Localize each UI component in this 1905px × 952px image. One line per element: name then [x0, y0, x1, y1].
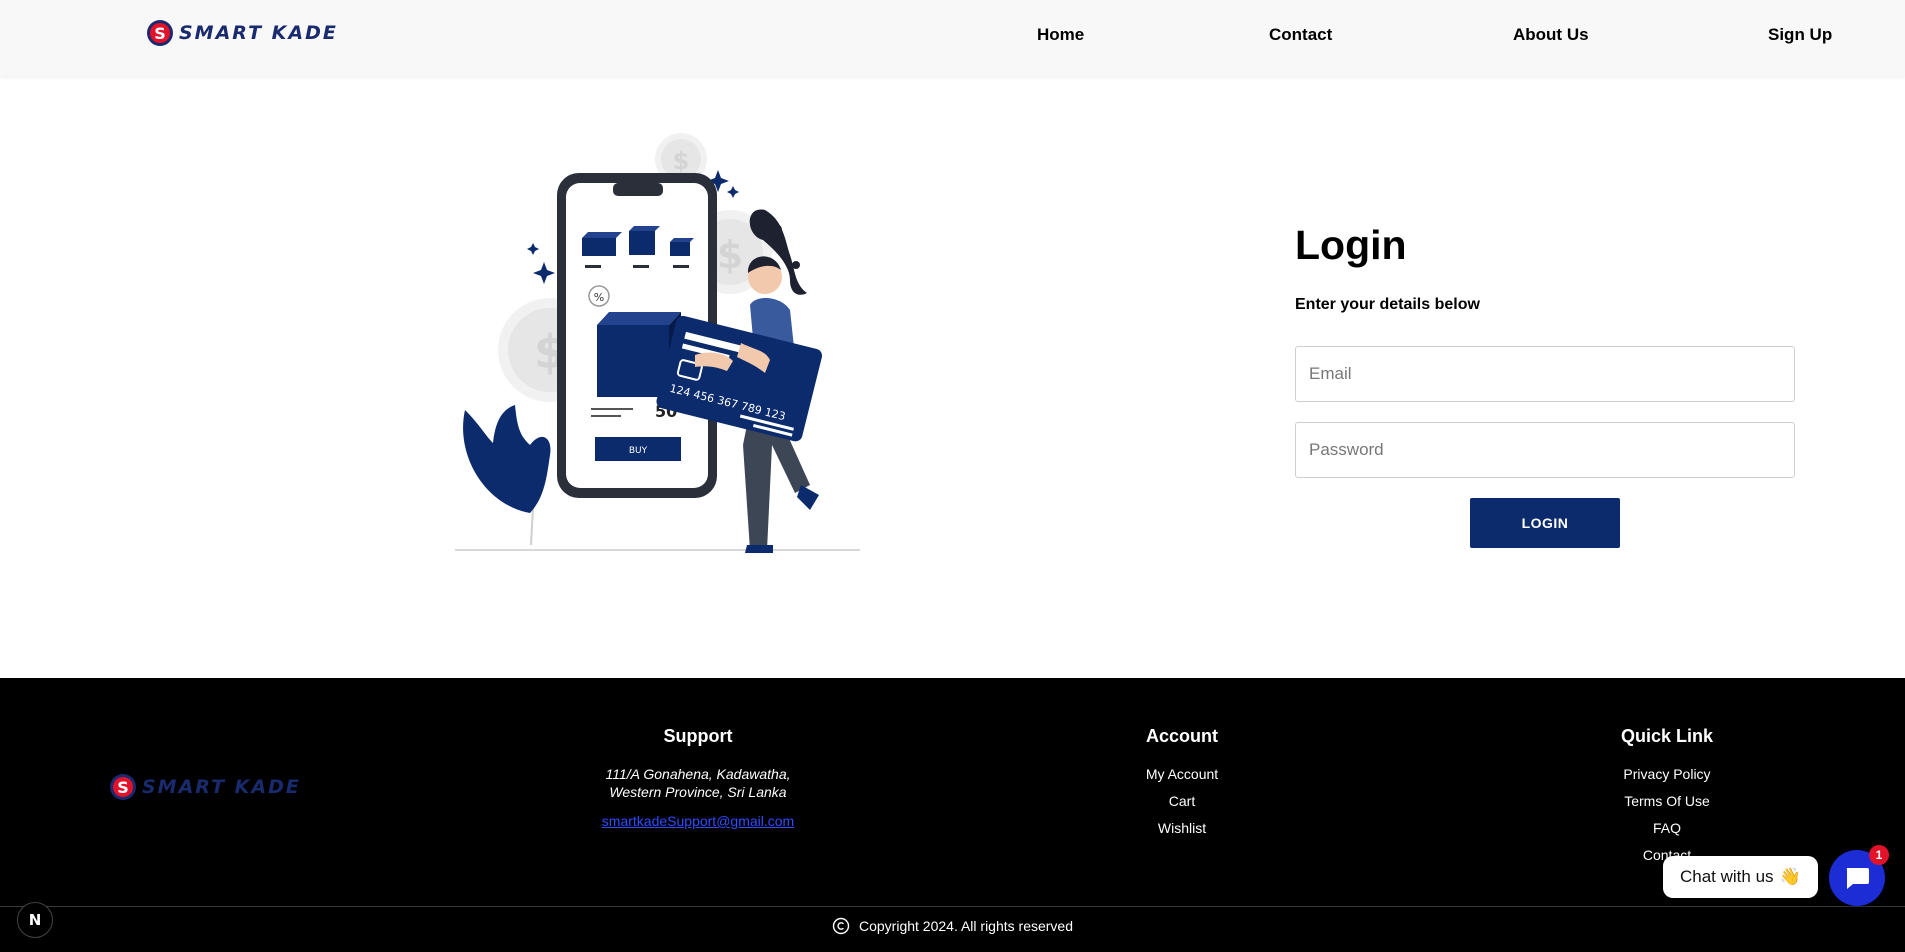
svg-text:$: $ — [673, 147, 690, 175]
svg-text:S: S — [117, 778, 129, 797]
footer-support-email[interactable]: smartkadeSupport@gmail.com — [602, 813, 794, 829]
logo-wordmark: SMART KADE — [179, 22, 338, 44]
nav-sign-up[interactable]: Sign Up — [1768, 25, 1832, 45]
footer-logo[interactable]: S SMART KADE — [108, 772, 301, 802]
footer-support-title: Support — [663, 726, 733, 746]
svg-text:BUY: BUY — [629, 446, 648, 456]
shopping-illustration: $ $ $ % 50 BUY 124 456 367 789 123 — [455, 133, 860, 553]
footer-divider — [0, 906, 1905, 907]
chat-label-text: Chat with us — [1680, 867, 1774, 886]
chat-notification-badge: 1 — [1869, 845, 1889, 865]
footer-support: Support 111/A Gonahena, Kadawatha, Weste… — [602, 726, 794, 829]
nav-home[interactable]: Home — [1037, 25, 1084, 45]
svg-text:S: S — [154, 24, 166, 43]
dev-tools-badge[interactable]: N — [17, 902, 53, 938]
password-field[interactable] — [1295, 422, 1795, 478]
footer-account: Account My Account Cart Wishlist — [1146, 726, 1218, 846]
header-logo[interactable]: S SMART KADE — [145, 18, 338, 48]
footer-link-faq[interactable]: FAQ — [1621, 819, 1713, 837]
copyright-icon — [832, 917, 850, 935]
chat-label[interactable]: Chat with us 👋 — [1663, 856, 1818, 898]
footer-quick-link: Quick Link Privacy Policy Terms Of Use F… — [1621, 726, 1713, 873]
footer-link-my-account[interactable]: My Account — [1146, 765, 1218, 783]
logo-wordmark: SMART KADE — [142, 776, 301, 798]
plant-icon — [463, 405, 551, 546]
copyright-text: Copyright 2024. All rights reserved — [859, 918, 1073, 934]
login-button[interactable]: LOGIN — [1470, 498, 1620, 548]
footer-link-wishlist[interactable]: Wishlist — [1146, 819, 1218, 837]
footer-link-cart[interactable]: Cart — [1146, 792, 1218, 810]
svg-text:%: % — [594, 291, 604, 304]
site-header: S SMART KADE Home Contact About Us Sign … — [0, 0, 1905, 76]
email-field[interactable] — [1295, 346, 1795, 402]
login-title: Login — [1295, 222, 1407, 268]
footer-quick-link-title: Quick Link — [1620, 726, 1714, 746]
site-footer: S SMART KADE Support 111/A Gonahena, Kad… — [0, 678, 1905, 952]
footer-link-terms-of-use[interactable]: Terms Of Use — [1621, 792, 1713, 810]
footer-address-line2: Western Province, Sri Lanka — [609, 784, 787, 800]
footer-link-privacy-policy[interactable]: Privacy Policy — [1621, 765, 1713, 783]
svg-text:$: $ — [717, 233, 743, 277]
smart-kade-logo-icon: S — [147, 20, 173, 46]
login-subtitle: Enter your details below — [1295, 296, 1480, 313]
nav-contact[interactable]: Contact — [1269, 25, 1332, 45]
nav-about-us[interactable]: About Us — [1513, 25, 1589, 45]
waving-hand-icon: 👋 — [1779, 867, 1801, 886]
footer-account-title: Account — [1146, 726, 1218, 746]
footer-address-line1: 111/A Gonahena, Kadawatha, — [605, 766, 791, 782]
smart-kade-logo-icon: S — [110, 774, 136, 800]
copyright: Copyright 2024. All rights reserved — [832, 917, 1073, 935]
chat-bubble-icon — [1846, 868, 1869, 889]
